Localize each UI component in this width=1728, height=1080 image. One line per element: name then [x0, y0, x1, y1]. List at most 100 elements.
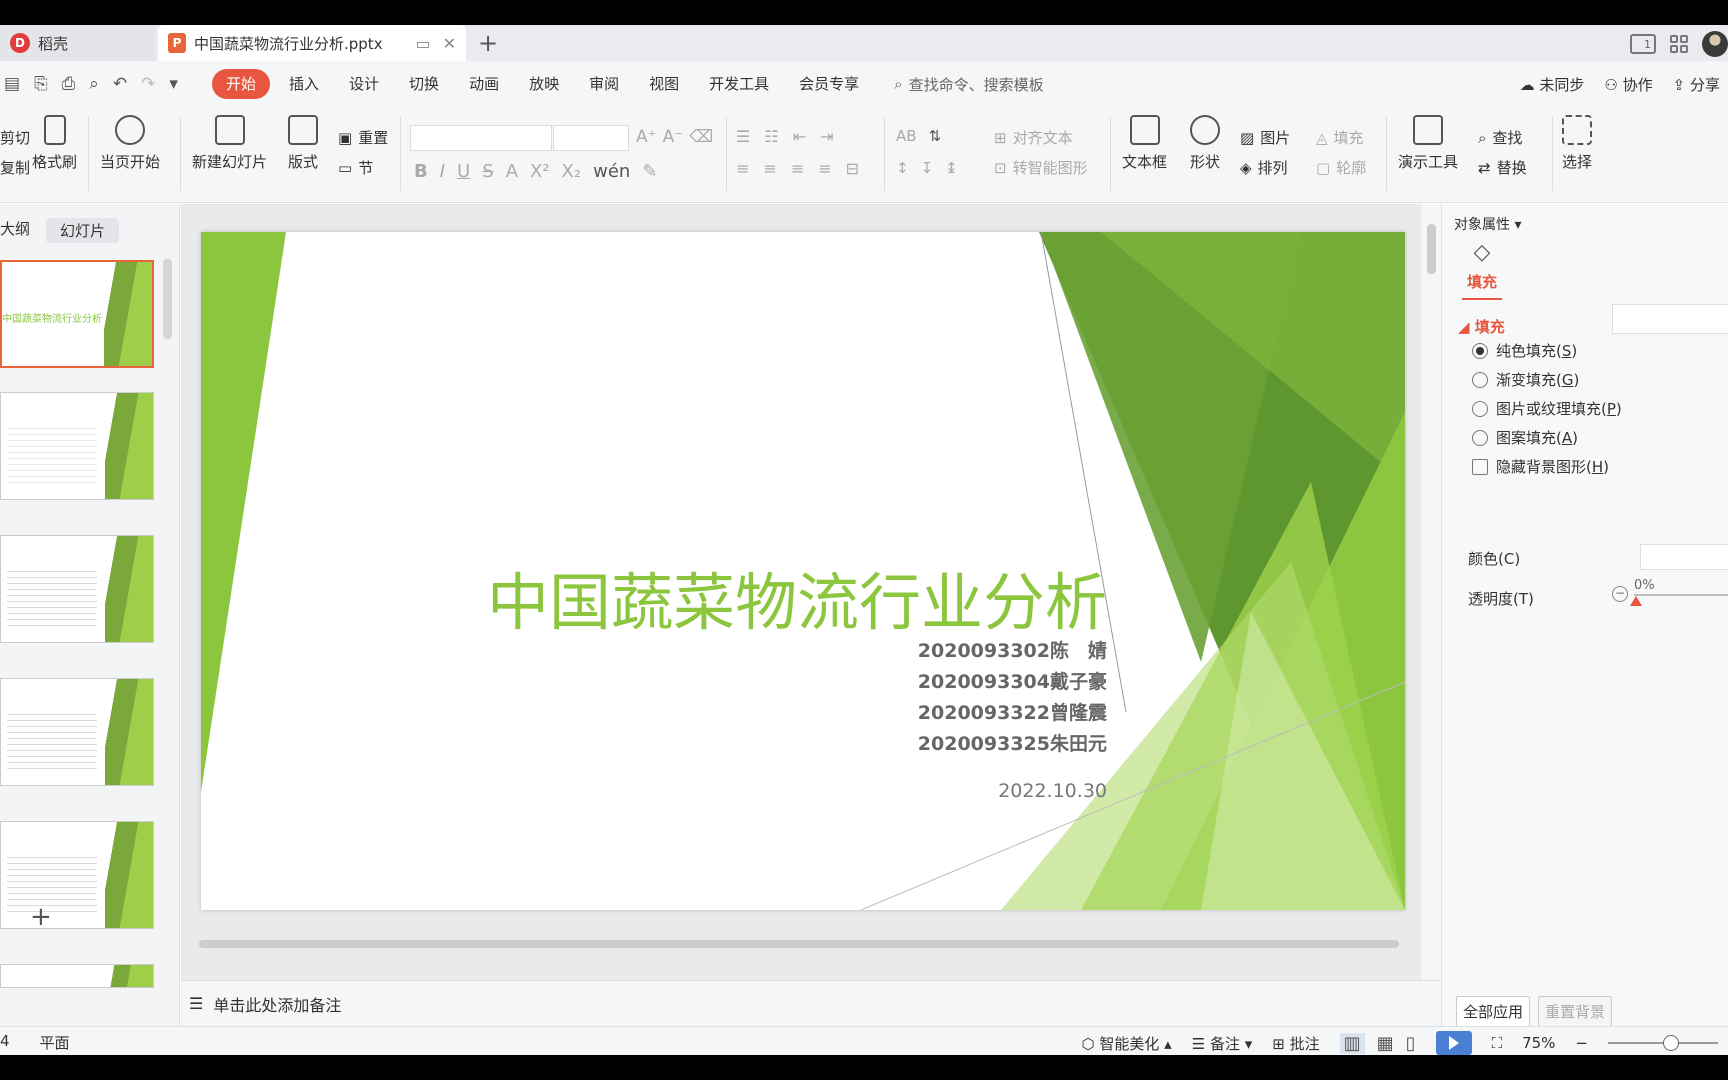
fill-section-header[interactable]: ◢ 填充 — [1458, 316, 1505, 337]
slide-thumbnail-3[interactable] — [0, 535, 154, 643]
notes-toggle-button[interactable]: ☰ 备注 ▾ — [1192, 1033, 1253, 1054]
radio-gradient-fill[interactable] — [1472, 371, 1488, 388]
indent-icon[interactable]: ⇥ — [820, 127, 833, 146]
select-button[interactable]: 选择 — [1562, 115, 1592, 172]
slides-scrollbar[interactable] — [163, 259, 172, 339]
option-gradient-fill[interactable]: 渐变填充(G) — [1472, 369, 1579, 390]
horizontal-scrollbar[interactable] — [191, 938, 1411, 950]
add-slide-icon[interactable]: + — [30, 902, 52, 932]
fill-button[interactable]: ◬ 填充 — [1316, 127, 1364, 148]
highlight-icon[interactable]: ✎ — [642, 161, 657, 182]
customize-dropdown-icon[interactable]: ▾ — [169, 74, 178, 94]
spacing-icon[interactable]: ↨ — [945, 159, 958, 177]
tab-outline[interactable]: 大纲 — [0, 218, 30, 243]
menu-animation[interactable]: 动画 — [454, 69, 514, 99]
menu-review[interactable]: 审阅 — [574, 69, 634, 99]
zoom-level[interactable]: 75% — [1522, 1034, 1555, 1052]
tab-slides[interactable]: 幻灯片 — [46, 218, 120, 243]
sync-status[interactable]: ☁ 未同步 — [1520, 74, 1585, 95]
menu-view[interactable]: 视图 — [634, 69, 694, 99]
layout-button[interactable]: 版式 — [288, 115, 318, 172]
notes-area[interactable]: ☰ 单击此处添加备注 — [181, 980, 1441, 1026]
print-icon[interactable]: ⎙ — [62, 74, 76, 94]
option-solid-fill[interactable]: 纯色填充(S) — [1472, 340, 1577, 361]
checkbox-hide-bg[interactable] — [1472, 458, 1488, 475]
tab-docer[interactable]: D 稻壳 — [0, 25, 155, 61]
radio-pattern-fill[interactable] — [1472, 429, 1488, 446]
section-button[interactable]: ▭ 节 — [338, 157, 373, 178]
format-painter-button[interactable]: 格式刷 — [32, 115, 77, 172]
slide-thumbnail-1[interactable]: 中国蔬菜物流行业分析 — [0, 260, 154, 368]
find-button[interactable]: ⌕ 查找 — [1478, 127, 1522, 148]
option-pattern-fill[interactable]: 图案填充(A) — [1472, 427, 1578, 448]
app-grid-icon[interactable] — [1670, 35, 1688, 53]
new-slide-button[interactable]: 新建幻灯片 — [192, 115, 267, 172]
fill-preset-select[interactable] — [1612, 304, 1728, 334]
zoom-slider[interactable] — [1608, 1035, 1718, 1051]
option-picture-fill[interactable]: 图片或纹理填充(P) — [1472, 398, 1622, 419]
menu-developer[interactable]: 开发工具 — [694, 69, 784, 99]
menu-start[interactable]: 开始 — [212, 69, 271, 99]
menu-design[interactable]: 设计 — [334, 69, 394, 99]
distribute-icon[interactable]: ⊟ — [846, 159, 859, 178]
sorter-view-icon[interactable]: ▦ — [1377, 1033, 1394, 1054]
tab-document[interactable]: P 中国蔬菜物流行业分析.pptx ▭ ✕ — [158, 25, 466, 61]
vertical-scrollbar[interactable] — [1421, 204, 1441, 980]
cut-button[interactable]: 剪切 — [0, 127, 30, 148]
superscript-icon[interactable]: X² — [530, 161, 550, 182]
present-tools-button[interactable]: 演示工具 — [1398, 115, 1458, 172]
normal-view-icon[interactable]: ▥ — [1339, 1032, 1365, 1054]
font-family-select[interactable] — [410, 125, 552, 151]
option-hide-bg-graphics[interactable]: 隐藏背景图形(H) — [1472, 456, 1609, 477]
text-direction-icon[interactable]: AB — [896, 127, 917, 145]
panel-header[interactable]: 对象属性 ▾ — [1454, 214, 1521, 234]
arrange-button[interactable]: ◈ 排列 — [1240, 157, 1288, 178]
font-color-icon[interactable]: A — [506, 161, 518, 182]
menu-transition[interactable]: 切换 — [394, 69, 454, 99]
textbox-button[interactable]: 文本框 — [1122, 115, 1167, 172]
sort-icon[interactable]: ⇅ — [929, 127, 942, 145]
minus-icon[interactable]: − — [1612, 586, 1628, 602]
bullet-list-icon[interactable]: ☰ — [736, 127, 750, 146]
para-spacing-icon[interactable]: ↧ — [921, 159, 934, 177]
slide-author-list[interactable]: 2020093302陈 婧 2020093304戴子豪 2020093322曾隆… — [918, 636, 1107, 760]
smart-beautify-button[interactable]: ⬡ 智能美化 ▴ — [1082, 1033, 1172, 1054]
shape-button[interactable]: 形状 — [1190, 115, 1220, 172]
tab-fill[interactable]: ◇ 填充 — [1462, 240, 1502, 300]
share-button[interactable]: ⇪ 分享 — [1673, 74, 1720, 95]
font-size-select[interactable] — [553, 125, 629, 151]
align-text-button[interactable]: ⊞ 对齐文本 — [994, 127, 1073, 148]
smart-art-button[interactable]: ⊡ 转智能图形 — [994, 157, 1088, 178]
replace-button[interactable]: ⇄ 替换 — [1478, 157, 1527, 178]
pin-tab-icon[interactable]: ▭ — [415, 34, 430, 53]
underline-icon[interactable]: U — [457, 161, 470, 182]
reset-button[interactable]: ▣ 重置 — [338, 127, 388, 148]
bold-icon[interactable]: B — [414, 161, 428, 182]
align-center-icon[interactable]: ≡ — [763, 159, 776, 178]
apply-all-button[interactable]: 全部应用 — [1456, 996, 1531, 1027]
user-avatar[interactable] — [1702, 31, 1728, 57]
command-search[interactable]: ⌕ 查找命令、搜索模板 — [894, 74, 1043, 95]
new-tab-icon[interactable]: + — [478, 29, 498, 57]
outdent-icon[interactable]: ⇤ — [793, 127, 806, 146]
menu-slideshow[interactable]: 放映 — [514, 69, 574, 99]
clear-format-icon[interactable]: ⌫ — [689, 127, 713, 147]
collab-button[interactable]: ⚇ 协作 — [1604, 74, 1652, 95]
subscript-icon[interactable]: X₂ — [562, 161, 582, 182]
slide-title[interactable]: 中国蔬菜物流行业分析 — [487, 552, 1107, 642]
outline-button[interactable]: ▢ 轮廓 — [1316, 157, 1366, 178]
picture-button[interactable]: ▨ 图片 — [1240, 127, 1290, 148]
grow-font-icon[interactable]: A⁺ — [636, 127, 657, 147]
slide-date[interactable]: 2022.10.30 — [998, 780, 1107, 802]
italic-icon[interactable]: I — [440, 161, 445, 182]
color-picker[interactable] — [1640, 544, 1728, 570]
slide-thumbnail-2[interactable] — [0, 392, 154, 500]
export-icon[interactable]: ⎘ — [34, 74, 48, 94]
reading-view-icon[interactable]: ▯ — [1406, 1033, 1416, 1054]
play-slideshow-button[interactable] — [1435, 1031, 1472, 1055]
numbered-list-icon[interactable]: ☷ — [764, 127, 778, 146]
slider-handle[interactable] — [1630, 596, 1642, 606]
slide-thumbnail-5[interactable] — [0, 821, 154, 929]
reset-background-button[interactable]: 重置背景 — [1538, 996, 1613, 1027]
shrink-font-icon[interactable]: A⁻ — [663, 127, 684, 147]
